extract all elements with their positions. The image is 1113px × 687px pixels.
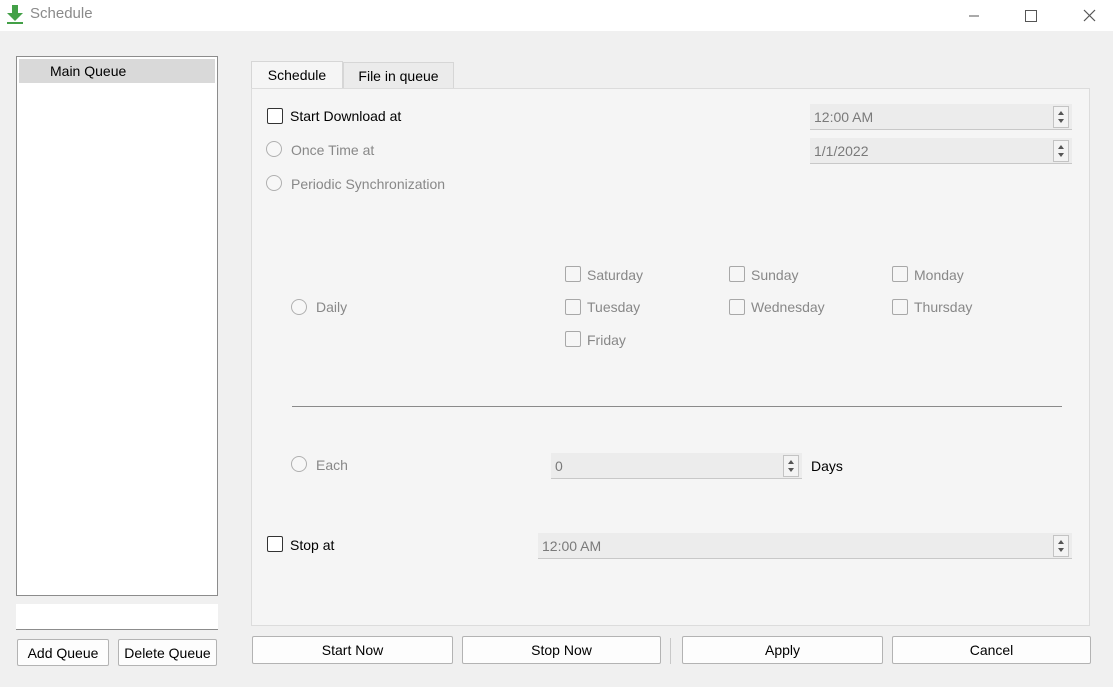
each-radio[interactable] <box>291 456 307 472</box>
close-icon <box>1083 9 1095 22</box>
day-label-saturday: Saturday <box>587 267 644 283</box>
start-time-spinbox[interactable]: 12:00 AM <box>810 104 1072 130</box>
cancel-button[interactable]: Cancel <box>892 636 1091 664</box>
each-label: Each <box>316 457 348 473</box>
day-label-thursday: Thursday <box>914 299 973 315</box>
periodic-sync-label: Periodic Synchronization <box>291 176 446 192</box>
day-checkbox-wednesday[interactable] <box>729 299 745 315</box>
spin-up-icon <box>788 460 794 464</box>
day-label-sunday: Sunday <box>751 267 799 283</box>
spin-down-icon <box>788 468 794 472</box>
once-date-value: 1/1/2022 <box>814 143 869 159</box>
once-time-label: Once Time at <box>291 142 375 158</box>
spin-down-icon <box>1058 548 1064 552</box>
spin-down-icon <box>1058 119 1064 123</box>
maximize-icon <box>1025 9 1037 22</box>
day-checkbox-tuesday[interactable] <box>565 299 581 315</box>
section-divider <box>292 406 1062 407</box>
once-time-radio[interactable] <box>266 141 282 157</box>
spin-up-icon <box>1058 540 1064 544</box>
maximize-button[interactable] <box>1008 0 1054 31</box>
stop-time-spin-buttons[interactable] <box>1053 535 1069 557</box>
stop-now-button[interactable]: Stop Now <box>462 636 661 664</box>
once-date-spinbox[interactable]: 1/1/2022 <box>810 138 1072 164</box>
start-time-spin-buttons[interactable] <box>1053 106 1069 128</box>
apply-button[interactable]: Apply <box>682 636 883 664</box>
start-download-label: Start Download at <box>290 108 402 124</box>
tab-schedule[interactable]: Schedule <box>251 61 343 89</box>
delete-queue-button[interactable]: Delete Queue <box>118 639 217 666</box>
tab-file-in-queue[interactable]: File in queue <box>343 62 454 89</box>
spin-up-icon <box>1058 145 1064 149</box>
each-days-spin-buttons[interactable] <box>783 455 799 477</box>
day-label-wednesday: Wednesday <box>751 299 825 315</box>
day-checkbox-monday[interactable] <box>892 266 908 282</box>
each-days-spinbox[interactable]: 0 <box>551 453 802 479</box>
day-label-friday: Friday <box>587 332 626 348</box>
day-checkbox-thursday[interactable] <box>892 299 908 315</box>
download-app-icon <box>7 5 23 24</box>
day-label-tuesday: Tuesday <box>587 299 641 315</box>
days-unit-label: Days <box>811 458 843 474</box>
queue-item-main[interactable]: Main Queue <box>19 59 215 83</box>
day-checkbox-friday[interactable] <box>565 331 581 347</box>
periodic-sync-radio[interactable] <box>266 175 282 191</box>
stop-at-label: Stop at <box>290 537 335 553</box>
stop-time-value: 12:00 AM <box>542 538 602 554</box>
day-label-monday: Monday <box>914 267 964 283</box>
close-button[interactable] <box>1066 0 1112 31</box>
daily-label: Daily <box>316 299 348 315</box>
spin-up-icon <box>1058 111 1064 115</box>
start-now-button[interactable]: Start Now <box>252 636 453 664</box>
button-separator <box>670 638 671 664</box>
daily-radio[interactable] <box>291 299 307 315</box>
stop-time-spinbox[interactable]: 12:00 AM <box>538 533 1072 559</box>
window-title: Schedule <box>30 5 93 22</box>
queue-name-input[interactable] <box>16 604 218 630</box>
queue-list[interactable]: Main Queue <box>16 56 218 596</box>
day-checkbox-saturday[interactable] <box>565 266 581 282</box>
minimize-icon <box>969 15 979 16</box>
start-download-checkbox[interactable] <box>267 108 283 124</box>
start-time-value: 12:00 AM <box>814 109 874 125</box>
minimize-button[interactable] <box>951 0 997 31</box>
add-queue-button[interactable]: Add Queue <box>17 639 109 666</box>
title-bar: Schedule <box>0 0 1113 31</box>
stop-at-checkbox[interactable] <box>267 536 283 552</box>
spin-down-icon <box>1058 153 1064 157</box>
once-date-spin-buttons[interactable] <box>1053 140 1069 162</box>
day-checkbox-sunday[interactable] <box>729 266 745 282</box>
each-days-value: 0 <box>555 458 563 474</box>
